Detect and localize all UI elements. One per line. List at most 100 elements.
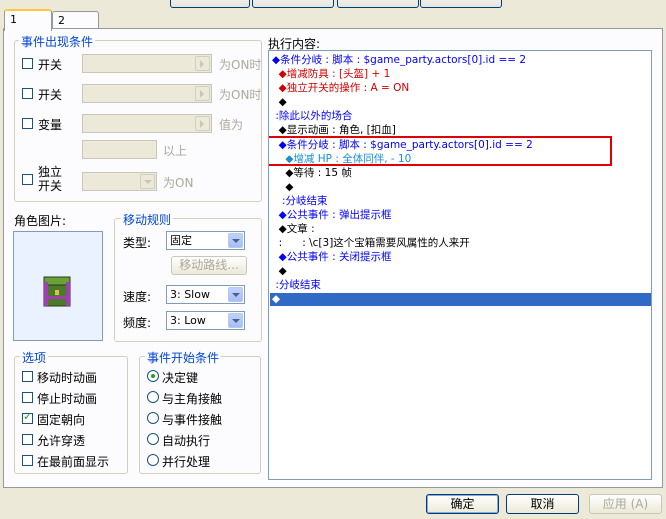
command-text: ◆ — [272, 265, 287, 277]
chevron-right-icon — [195, 116, 210, 131]
trigger-event-touch-radio[interactable] — [147, 412, 159, 424]
variable-value-stepper[interactable] — [82, 140, 157, 159]
movement-type-label: 类型: — [123, 236, 152, 250]
chevron-down-icon — [228, 287, 243, 302]
movement-freq-label: 频度: — [123, 316, 152, 330]
command-text: ◆ — [272, 96, 287, 108]
option-always-on-top-checkbox[interactable] — [22, 455, 33, 466]
tab-label: 1 — [10, 13, 17, 26]
trigger-label: 决定键 — [162, 371, 199, 385]
command-line[interactable]: :除此以外的场合 — [272, 110, 352, 123]
highlight-annotation-box — [269, 136, 612, 166]
switch1-suffix: 为ON时 — [219, 58, 262, 72]
command-text: ◆独立开关的操作 : A = ON — [272, 82, 410, 94]
ok-button[interactable]: 确定 — [426, 494, 499, 514]
graphic-preview[interactable] — [13, 231, 103, 341]
command-text: ◆公共事件 : 关闭提示框 — [272, 251, 392, 263]
command-text: ◆等待 : 15 帧 — [272, 167, 352, 179]
trigger-label: 与主角接触 — [162, 392, 223, 406]
cancel-button[interactable]: 取消 — [506, 494, 579, 514]
movement-freq-value: 3: Low — [170, 314, 206, 327]
chevron-down-icon — [228, 313, 243, 328]
movement-type-value: 固定 — [170, 234, 192, 247]
command-line[interactable]: : : \c[3]这个宝箱需要风属性的人来开 — [272, 237, 470, 250]
conditions-title: 事件出现条件 — [19, 33, 96, 50]
command-line[interactable]: ◆增减防具 : [头盔] + 1 — [272, 68, 391, 81]
movement-freq-select[interactable]: 3: Low — [166, 311, 245, 330]
option-stop-animation-checkbox[interactable] — [22, 392, 33, 403]
command-text: ◆显示动画 : 角色, [扣血] — [272, 124, 396, 136]
command-text: ◆条件分岐 : 脚本 : $game_party.actors[0].id ==… — [272, 54, 527, 66]
switch2-suffix: 为ON时 — [219, 88, 262, 102]
movement-type-select[interactable]: 固定 — [166, 231, 245, 250]
trigger-autorun-radio[interactable] — [147, 433, 159, 445]
top-button-partial-2[interactable] — [252, 0, 334, 8]
trigger-parallel-radio[interactable] — [147, 454, 159, 466]
variable-select[interactable] — [82, 114, 212, 133]
top-button-partial-3[interactable] — [337, 0, 419, 8]
command-line[interactable]: ◆文章 : — [272, 223, 318, 236]
command-text: ◆ — [272, 293, 281, 305]
command-line[interactable]: ◆公共事件 : 弹出提示框 — [272, 209, 392, 222]
top-button-partial-1[interactable] — [170, 0, 250, 8]
movement-title: 移动规则 — [121, 211, 174, 228]
tab-label: 2 — [58, 14, 65, 27]
trigger-player-touch-radio[interactable] — [147, 391, 159, 403]
option-direction-fix-checkbox[interactable] — [22, 410, 33, 424]
switch1-select[interactable] — [82, 54, 212, 73]
selfswitch-checkbox[interactable] — [22, 174, 33, 185]
switch1-label: 开关 — [38, 58, 63, 72]
command-line[interactable]: ◆条件分岐 : 脚本 : $game_party.actors[0].id ==… — [272, 54, 526, 67]
trigger-label: 并行处理 — [162, 455, 211, 469]
selfswitch-label-line1: 独立 — [38, 165, 63, 179]
command-line[interactable]: ◆ — [272, 96, 287, 109]
movement-speed-value: 3: Slow — [170, 288, 210, 301]
option-label: 移动时动画 — [37, 371, 98, 385]
command-text: ◆ — [272, 181, 294, 193]
treasure-chest-icon — [43, 276, 71, 307]
command-line[interactable]: :分岐结束 — [272, 279, 321, 292]
option-label: 固定朝向 — [37, 413, 86, 427]
switch2-checkbox[interactable] — [22, 88, 33, 99]
option-move-animation-checkbox[interactable] — [22, 371, 33, 382]
trigger-title: 事件开始条件 — [145, 349, 222, 366]
switch1-checkbox[interactable] — [22, 58, 33, 69]
chevron-down-icon — [228, 233, 243, 248]
tab-page-2[interactable]: 2 — [52, 11, 99, 29]
selfswitch-label: 独立 开关 — [38, 165, 62, 193]
selfswitch-suffix: 为ON — [163, 176, 194, 190]
option-through-checkbox[interactable] — [22, 434, 33, 445]
apply-button[interactable]: 应用 (A) — [589, 494, 662, 514]
switch2-select[interactable] — [82, 84, 212, 103]
variable-checkbox[interactable] — [22, 118, 33, 129]
options-title: 选项 — [20, 349, 49, 366]
command-text: ◆文章 : — [272, 223, 318, 235]
command-text: :分岐结束 — [272, 279, 321, 291]
command-line[interactable]: ◆ — [272, 181, 293, 194]
command-text: ◆公共事件 : 弹出提示框 — [272, 209, 392, 221]
movement-speed-select[interactable]: 3: Slow — [166, 285, 245, 304]
selfswitch-select[interactable] — [82, 172, 157, 191]
command-text: :除此以外的场合 — [272, 110, 353, 122]
top-button-partial-4[interactable] — [420, 0, 502, 8]
tab-page-1[interactable]: 1 — [4, 9, 52, 31]
move-route-button[interactable]: 移动路线... — [171, 256, 247, 275]
event-command-list[interactable]: ◆条件分岐 : 脚本 : $game_party.actors[0].id ==… — [268, 50, 652, 480]
variable-suffix: 值为 — [219, 118, 244, 132]
command-line[interactable]: ◆等待 : 15 帧 — [272, 167, 352, 180]
command-line[interactable]: ◆独立开关的操作 : A = ON — [272, 82, 410, 95]
command-line[interactable]: :分岐结束 — [272, 195, 328, 208]
command-line-selected[interactable]: ◆ — [270, 293, 651, 306]
option-label: 在最前面显示 — [37, 455, 110, 469]
chevron-right-icon — [195, 86, 210, 101]
chevron-right-icon — [195, 56, 210, 71]
trigger-action-button-radio[interactable] — [147, 370, 159, 382]
command-text: : : \c[3]这个宝箱需要风属性的人来开 — [272, 237, 470, 249]
switch2-label: 开关 — [38, 88, 63, 102]
chevron-down-icon — [140, 174, 155, 189]
command-line[interactable]: ◆ — [272, 265, 287, 278]
option-label: 允许穿透 — [37, 434, 86, 448]
movement-speed-label: 速度: — [123, 290, 152, 304]
command-line[interactable]: ◆公共事件 : 关闭提示框 — [272, 251, 392, 264]
variable-suffix-above: 以上 — [163, 144, 188, 158]
